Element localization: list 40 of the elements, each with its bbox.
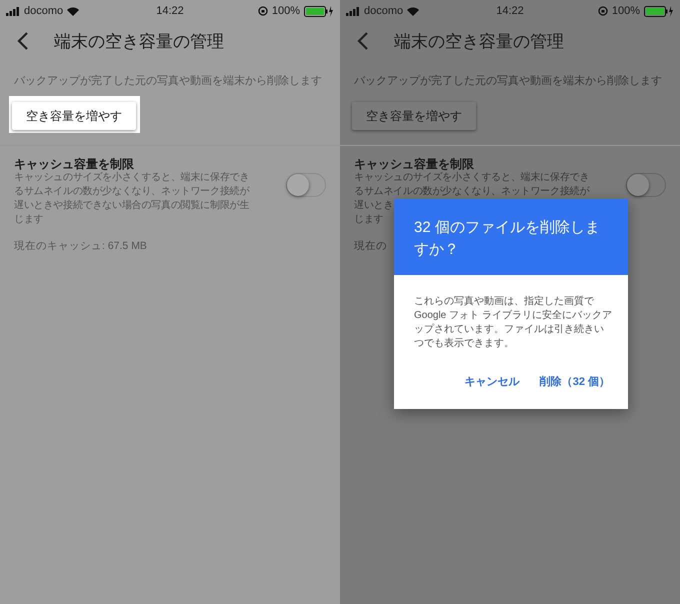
setting-description-line: 遅いときや接続できない場合の写真の閲覧に制限が生 xyxy=(14,199,250,213)
current-cache-text: 現在の xyxy=(354,239,387,253)
free-up-space-button[interactable]: 空き容量を増やす xyxy=(352,102,476,130)
cancel-button[interactable]: キャンセル xyxy=(456,371,528,393)
battery-charging-icon xyxy=(304,6,334,16)
free-up-space-button[interactable]: 空き容量を増やす xyxy=(12,102,136,130)
description-text: バックアップが完了した元の写真や動画を端末から削除します xyxy=(354,74,663,88)
setting-description-line: るサムネイルの数が少なくなり、ネットワーク接続が xyxy=(354,185,590,199)
signal-icon xyxy=(346,6,360,16)
page-title: 端末の空き容量の管理 xyxy=(54,30,224,52)
battery-percent: 100% xyxy=(612,5,640,17)
signal-icon xyxy=(6,6,20,16)
setting-title: キャッシュ容量を制限 xyxy=(14,157,135,171)
toggle-switch[interactable] xyxy=(626,173,666,197)
setting-description-line: じます xyxy=(354,213,384,227)
current-cache-text: 現在のキャッシュ: 67.5 MB xyxy=(14,239,147,253)
back-icon[interactable] xyxy=(16,31,30,51)
setting-description-line: るサムネイルの数が少なくなり、ネットワーク接続が xyxy=(14,185,250,199)
battery-percent: 100% xyxy=(272,5,300,17)
status-time: 14:22 xyxy=(495,5,525,17)
dialog-title: 32 個のファイルを削除しますか？ xyxy=(394,199,628,275)
page-title: 端末の空き容量の管理 xyxy=(394,30,564,52)
setting-description-line: じます xyxy=(14,213,44,227)
setting-description-line: 遅いとき xyxy=(354,199,394,213)
rotation-lock-icon xyxy=(258,6,268,16)
back-icon[interactable] xyxy=(356,31,370,51)
delete-button[interactable]: 削除（32 個） xyxy=(532,371,618,393)
setting-description-line: キャッシュのサイズを小さくすると、端末に保存でき xyxy=(354,171,590,185)
battery-charging-icon xyxy=(644,6,674,16)
toggle-switch[interactable] xyxy=(286,173,326,197)
status-time: 14:22 xyxy=(155,5,185,17)
setting-description-line: キャッシュのサイズを小さくすると、端末に保存でき xyxy=(14,171,250,185)
rotation-lock-icon xyxy=(598,6,608,16)
wifi-icon xyxy=(67,6,80,16)
carrier-name: docomo xyxy=(364,5,404,17)
carrier-name: docomo xyxy=(24,5,64,17)
wifi-icon xyxy=(407,6,420,16)
setting-title: キャッシュ容量を制限 xyxy=(354,157,475,171)
description-text: バックアップが完了した元の写真や動画を端末から削除します xyxy=(14,74,323,88)
dialog-message: これらの写真や動画は、指定した画質で Google フォト ライブラリに安全にバックアップされています。ファイルは引き続きいつでも表示できます。 xyxy=(413,294,613,351)
